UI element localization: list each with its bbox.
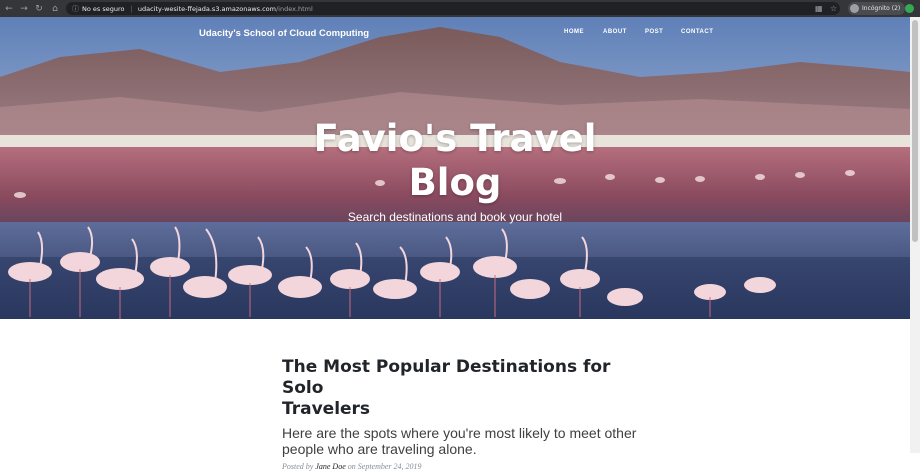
home-icon[interactable]: ⌂ (48, 0, 62, 17)
extension-icon[interactable] (905, 4, 914, 13)
posted-by-label: Posted by (282, 462, 314, 471)
scrollbar-thumb[interactable] (912, 20, 918, 242)
nav-home[interactable]: HOME (564, 29, 584, 35)
nav-post[interactable]: POST (645, 29, 663, 35)
url-host: udacity-wesite-ffejada.s3.amazonaws.com (137, 4, 276, 13)
site-brand[interactable]: Udacity's School of Cloud Computing (199, 28, 369, 39)
reload-icon[interactable]: ↻ (32, 0, 46, 17)
page-title: Favio's Travel Blog (0, 117, 910, 205)
incognito-avatar (850, 4, 859, 13)
star-icon[interactable]: ☆ (830, 0, 837, 17)
nav-about[interactable]: ABOUT (603, 29, 627, 35)
translate-icon[interactable]: ▦ (815, 0, 823, 17)
incognito-label: Incógnito (2) (862, 5, 901, 12)
post-preview[interactable]: The Most Popular Destinations for Solo T… (282, 357, 642, 471)
url-path: /index.html (275, 4, 313, 13)
post-author[interactable]: Jane Doe (315, 462, 345, 471)
url-text[interactable]: udacity-wesite-ffejada.s3.amazonaws.com/… (138, 5, 313, 13)
separator: | (130, 4, 133, 13)
post-subtitle-line-2: people who are traveling alone. (282, 441, 477, 457)
forward-icon[interactable]: → (17, 0, 31, 17)
post-title-line-2: Travelers (282, 399, 371, 419)
post-meta: Posted by Jane Doe on September 24, 2019 (282, 462, 642, 471)
address-bar[interactable]: ⓘ No es seguro | udacity-wesite-ffejada.… (66, 2, 840, 15)
post-title-line-1: The Most Popular Destinations for Solo (282, 357, 611, 398)
info-icon[interactable]: ⓘ (72, 4, 79, 14)
nav-contact[interactable]: CONTACT (681, 29, 713, 35)
post-subtitle-line-1: Here are the spots where you're most lik… (282, 425, 637, 441)
page-title-line-1: Favio's Travel (313, 117, 597, 160)
post-date: September 24, 2019 (357, 462, 422, 471)
hero-header: Udacity's School of Cloud Computing HOME… (0, 17, 910, 319)
page-subtitle: Search destinations and book your hotel (347, 210, 563, 224)
incognito-profile-button[interactable]: Incógnito (2) (848, 2, 906, 15)
security-label[interactable]: No es seguro (82, 5, 125, 13)
post-subtitle[interactable]: Here are the spots where you're most lik… (282, 425, 642, 457)
on-label: on (347, 462, 356, 471)
back-icon[interactable]: ← (2, 0, 16, 17)
page-title-line-2: Blog (408, 161, 502, 204)
browser-toolbar: ← → ↻ ⌂ ⓘ No es seguro | udacity-wesite-… (0, 0, 920, 17)
post-title[interactable]: The Most Popular Destinations for Solo T… (282, 357, 642, 420)
